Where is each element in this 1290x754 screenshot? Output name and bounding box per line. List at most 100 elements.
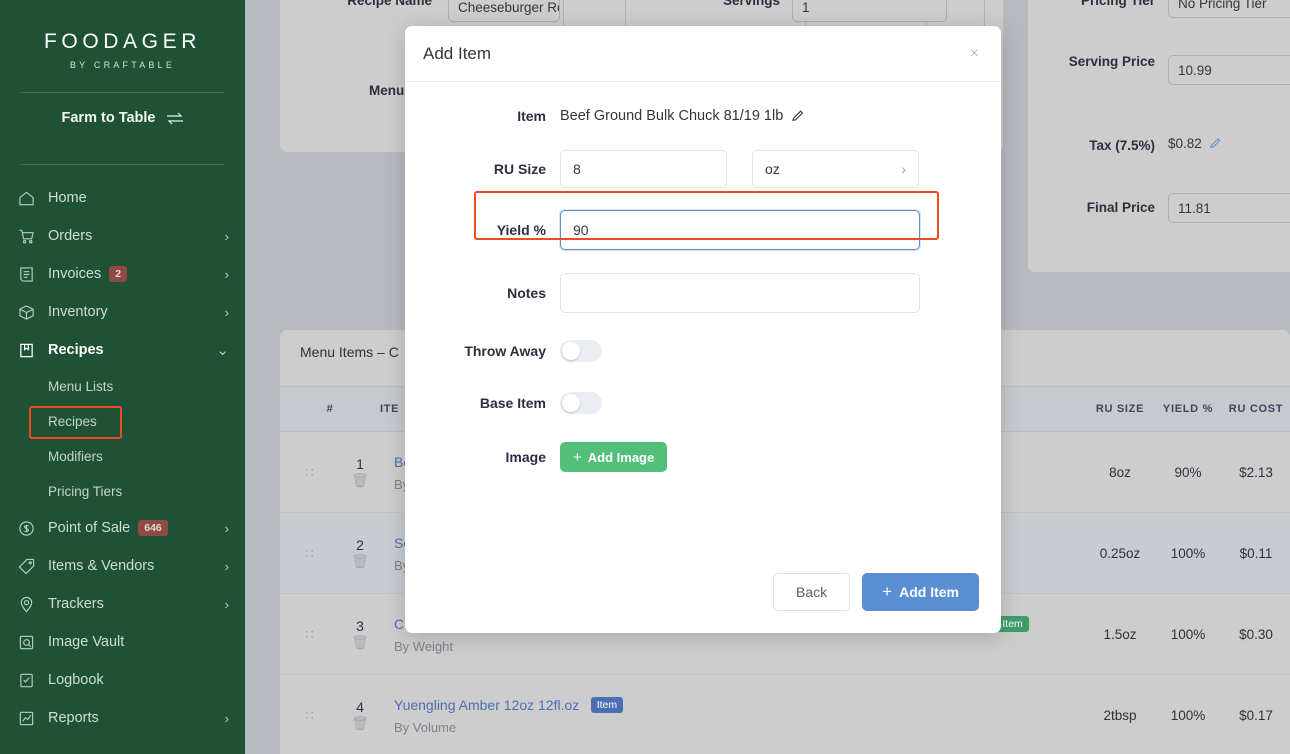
cell-ru-cost: $0.17 — [1239, 708, 1273, 723]
delete-icon[interactable]: 🗑 — [340, 553, 380, 570]
brand-tagline: BY CRAFTABLE — [69, 60, 176, 70]
delete-icon[interactable]: 🗑 — [340, 472, 380, 489]
sidebar-item-inventory[interactable]: Inventory › — [0, 293, 245, 331]
base-item-label: Base Item — [479, 395, 546, 411]
sidebar-item-orders[interactable]: Orders › — [0, 217, 245, 255]
sidebar-label-trackers: Trackers — [48, 596, 104, 612]
cell-ru-size: 8oz — [1109, 465, 1131, 480]
final-price-label: Final Price — [1086, 200, 1155, 215]
add-image-button[interactable]: + Add Image — [560, 442, 668, 472]
sidebar-label-home: Home — [48, 190, 87, 206]
throw-away-row: Throw Away — [405, 340, 1001, 362]
sidebar-item-logbook[interactable]: Logbook — [0, 661, 245, 699]
modal-title: Add Item — [423, 43, 492, 63]
item-link[interactable]: Yuengling Amber 12oz 12fl.oz — [394, 697, 579, 713]
edit-pencil-icon[interactable] — [1209, 137, 1222, 150]
pricing-tier-label: Pricing Tier — [1080, 0, 1155, 8]
yield-input[interactable]: 90 — [560, 210, 920, 250]
row-number: 2 — [356, 537, 364, 553]
final-price-row: Final Price — [1028, 199, 1155, 217]
ru-unit-value: oz — [765, 161, 780, 177]
table-row[interactable]: ∷ 4 🗑 Yuengling Amber 12oz 12fl.oz Item … — [280, 676, 1290, 754]
row-number: 1 — [356, 456, 364, 472]
base-item-toggle[interactable] — [560, 392, 602, 414]
add-item-button[interactable]: + Add Item — [862, 573, 979, 611]
pricing-tier-row: Pricing Tier — [1028, 0, 1155, 10]
servings-field[interactable]: 1 — [792, 0, 947, 22]
toggle-knob — [562, 342, 580, 360]
delete-icon[interactable]: 🗑 — [340, 715, 380, 732]
drag-handle-icon[interactable]: ∷ — [280, 709, 340, 722]
sidebar-item-home[interactable]: Home — [0, 179, 245, 217]
throw-away-toggle[interactable] — [560, 340, 602, 362]
yield-value: 90 — [573, 222, 589, 238]
ru-size-value: 8 — [573, 161, 581, 177]
delete-icon[interactable]: 🗑 — [340, 634, 380, 651]
nav-list: Home Orders › Invoices 2 › Inventory › R… — [0, 179, 245, 737]
sidebar-item-items-vendors[interactable]: Items & Vendors › — [0, 547, 245, 585]
pin-icon — [18, 596, 48, 613]
cell-ru-size: 0.25oz — [1099, 546, 1141, 561]
sidebar-item-trackers[interactable]: Trackers › — [0, 585, 245, 623]
serving-price-value: 10.99 — [1178, 62, 1212, 78]
row-number: 4 — [356, 699, 364, 715]
servings-label: Servings — [722, 0, 780, 8]
sidebar-item-modifiers[interactable]: Modifiers — [0, 439, 245, 474]
brand-name: FOODAGER — [44, 30, 201, 53]
final-price-value: 11.81 — [1178, 200, 1211, 216]
modal-footer: Back + Add Item — [773, 573, 979, 611]
serving-price-field[interactable]: 10.99 — [1168, 55, 1290, 85]
drag-handle-icon[interactable]: ∷ — [280, 547, 340, 560]
brand-logo: FOODAGER BY CRAFTABLE — [0, 0, 245, 70]
col-header-ru-size: RU SIZE — [1095, 403, 1145, 415]
image-label: Image — [505, 449, 546, 465]
location-switcher[interactable]: Farm to Table — [0, 93, 245, 142]
sidebar-item-menu-lists[interactable]: Menu Lists — [0, 369, 245, 404]
cell-ru-size: 1.5oz — [1103, 627, 1137, 642]
chevron-right-icon: › — [224, 266, 229, 282]
item-label: Item — [517, 108, 546, 124]
plus-icon: + — [882, 582, 893, 601]
cell-ru-size: 2tbsp — [1103, 708, 1137, 723]
sidebar-item-invoices[interactable]: Invoices 2 › — [0, 255, 245, 293]
cell-ru-cost: $0.30 — [1239, 627, 1273, 642]
sidebar-item-point-of-sale[interactable]: Point of Sale 646 › — [0, 509, 245, 547]
col-header-yield: YIELD % — [1162, 403, 1214, 415]
sidebar-label-pricing-tiers: Pricing Tiers — [48, 484, 123, 499]
sidebar-item-pricing-tiers[interactable]: Pricing Tiers — [0, 474, 245, 509]
ru-unit-select[interactable]: oz › — [752, 150, 919, 188]
close-icon[interactable]: × — [970, 45, 979, 63]
pos-badge: 646 — [138, 520, 168, 536]
back-button[interactable]: Back — [773, 573, 851, 611]
sidebar: FOODAGER BY CRAFTABLE Farm to Table Home… — [0, 0, 245, 754]
tax-label: Tax (7.5%) — [1089, 138, 1155, 153]
item-value-group: Beef Ground Bulk Chuck 81/19 1lb — [560, 108, 805, 124]
cell-yield: 100% — [1170, 627, 1206, 642]
add-item-modal: Add Item × Item Beef Ground Bulk Chuck 8… — [405, 26, 1001, 633]
pricing-tier-field[interactable]: No Pricing Tier — [1168, 0, 1290, 18]
recipe-name-field[interactable]: Cheeseburger Royale — [448, 0, 560, 22]
notes-input[interactable] — [560, 273, 920, 313]
sidebar-item-recipes[interactable]: Recipes ⌄ — [0, 331, 245, 369]
book-icon — [18, 342, 48, 359]
logbook-icon — [18, 672, 48, 689]
recipe-name-row: Recipe Name — [280, 0, 432, 10]
chart-icon — [18, 710, 48, 727]
pricing-card: Pricing Tier No Pricing Tier Serving Pri… — [1028, 0, 1290, 272]
yield-label: Yield % — [496, 222, 546, 238]
serving-price-label: Serving Price — [1068, 54, 1155, 69]
drag-handle-icon[interactable]: ∷ — [280, 466, 340, 479]
edit-pencil-icon[interactable] — [791, 109, 805, 123]
cell-ru-cost: $0.11 — [1239, 546, 1273, 561]
sidebar-item-recipes-sub[interactable]: Recipes — [0, 404, 245, 439]
toggle-knob — [562, 394, 580, 412]
sidebar-item-image-vault[interactable]: Image Vault — [0, 623, 245, 661]
plus-icon: + — [573, 448, 582, 466]
drag-handle-icon[interactable]: ∷ — [280, 628, 340, 641]
final-price-field[interactable]: 11.81 — [1168, 193, 1290, 223]
ru-size-input[interactable]: 8 — [560, 150, 727, 188]
col-header-num: # — [326, 403, 334, 415]
add-item-label: Add Item — [899, 584, 959, 600]
sidebar-item-reports[interactable]: Reports › — [0, 699, 245, 737]
tax-row: Tax (7.5%) — [1028, 137, 1155, 155]
